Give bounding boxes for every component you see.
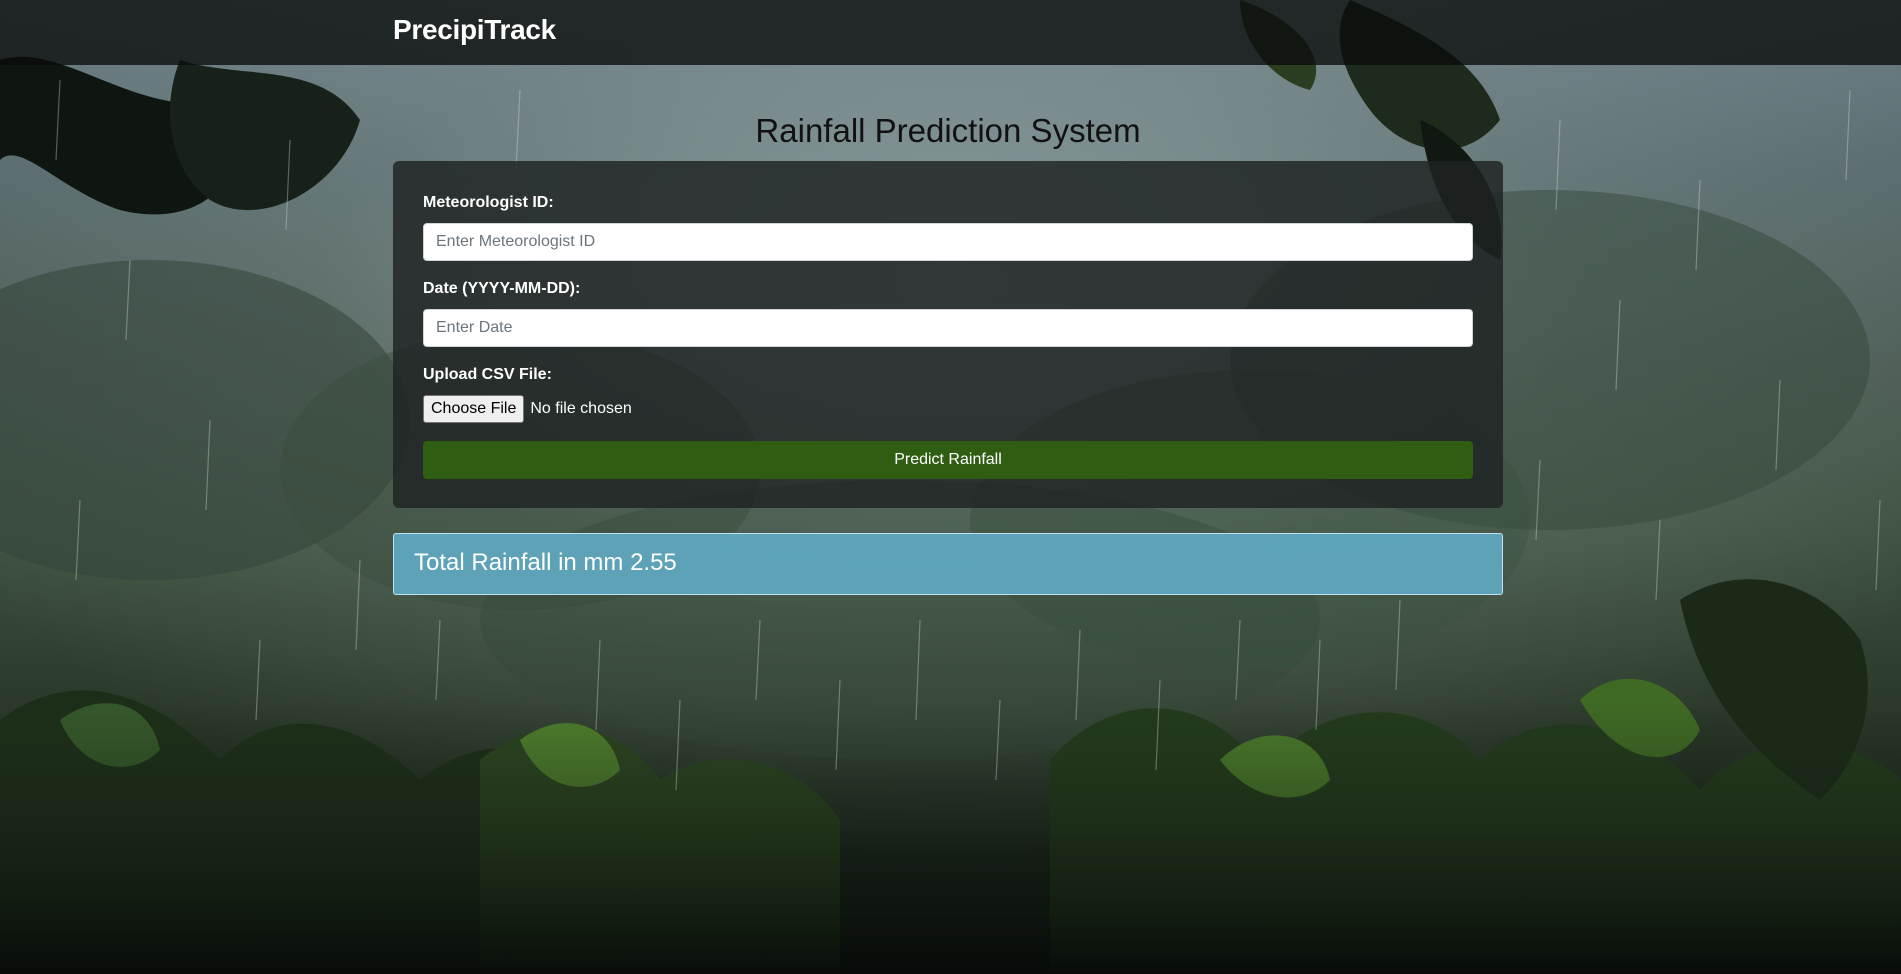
- upload-csv-label: Upload CSV File:: [423, 366, 552, 383]
- total-rainfall-result: Total Rainfall in mm 2.55: [414, 549, 677, 576]
- meteorologist-id-label: Meteorologist ID:: [423, 194, 554, 211]
- prediction-form: Meteorologist ID: Date (YYYY-MM-DD): Upl…: [393, 161, 1503, 508]
- date-input[interactable]: [423, 309, 1473, 347]
- navbar: PrecipiTrack: [0, 0, 1901, 65]
- meteorologist-id-input[interactable]: [423, 223, 1473, 261]
- predict-rainfall-button[interactable]: Predict Rainfall: [423, 441, 1473, 479]
- brand-logo-text[interactable]: PrecipiTrack: [393, 14, 556, 46]
- file-status-text: No file chosen: [530, 400, 632, 417]
- date-label: Date (YYYY-MM-DD):: [423, 280, 581, 297]
- result-alert: Total Rainfall in mm 2.55: [393, 533, 1503, 595]
- choose-file-button[interactable]: Choose File: [423, 395, 525, 423]
- file-upload-control: Choose File No file chosen: [423, 395, 632, 423]
- page-title: Rainfall Prediction System: [755, 112, 1141, 149]
